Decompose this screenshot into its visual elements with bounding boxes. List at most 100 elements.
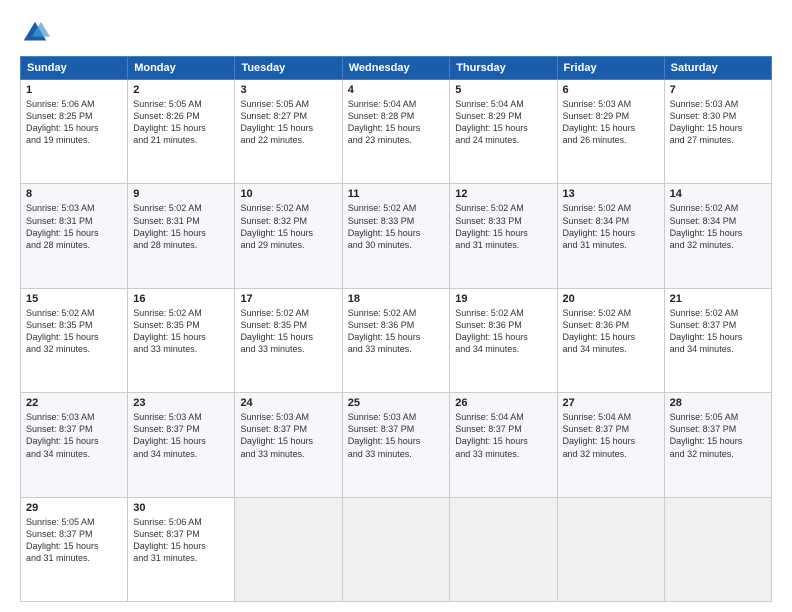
day-number: 30 xyxy=(133,502,229,514)
day-number: 21 xyxy=(670,293,766,305)
day-info: Sunrise: 5:04 AM Sunset: 8:37 PM Dayligh… xyxy=(455,411,551,460)
day-info: Sunrise: 5:06 AM Sunset: 8:25 PM Dayligh… xyxy=(26,98,122,147)
calendar-day-empty xyxy=(342,497,450,601)
day-info: Sunrise: 5:02 AM Sunset: 8:34 PM Dayligh… xyxy=(670,202,766,251)
day-number: 28 xyxy=(670,397,766,409)
calendar-header-row: SundayMondayTuesdayWednesdayThursdayFrid… xyxy=(21,57,772,80)
calendar-week-5: 29 Sunrise: 5:05 AM Sunset: 8:37 PM Dayli… xyxy=(21,497,772,601)
day-info: Sunrise: 5:03 AM Sunset: 8:37 PM Dayligh… xyxy=(26,411,122,460)
calendar-day-12: 12Sunrise: 5:02 AM Sunset: 8:33 PM Dayli… xyxy=(450,184,557,288)
day-info: Sunrise: 5:02 AM Sunset: 8:36 PM Dayligh… xyxy=(563,307,659,356)
calendar-day-3: 3 Sunrise: 5:05 AM Sunset: 8:27 PM Daylig… xyxy=(235,80,342,184)
col-header-thursday: Thursday xyxy=(450,57,557,80)
calendar-day-29: 29 Sunrise: 5:05 AM Sunset: 8:37 PM Dayli… xyxy=(21,497,128,601)
calendar-day-empty xyxy=(664,497,771,601)
day-number: 22 xyxy=(26,397,122,409)
day-info: Sunrise: 5:04 AM Sunset: 8:28 PM Dayligh… xyxy=(348,98,445,147)
day-info: Sunrise: 5:02 AM Sunset: 8:35 PM Dayligh… xyxy=(133,307,229,356)
day-info: Sunrise: 5:03 AM Sunset: 8:30 PM Dayligh… xyxy=(670,98,766,147)
day-info: Sunrise: 5:02 AM Sunset: 8:32 PM Dayligh… xyxy=(240,202,336,251)
calendar-table: SundayMondayTuesdayWednesdayThursdayFrid… xyxy=(20,56,772,602)
day-number: 1 xyxy=(26,84,122,96)
calendar-day-22: 22 Sunrise: 5:03 AM Sunset: 8:37 PM Dayli… xyxy=(21,393,128,497)
day-info: Sunrise: 5:05 AM Sunset: 8:26 PM Dayligh… xyxy=(133,98,229,147)
day-number: 3 xyxy=(240,84,336,96)
calendar-day-7: 7 Sunrise: 5:03 AM Sunset: 8:30 PM Daylig… xyxy=(664,80,771,184)
day-number: 12 xyxy=(455,188,551,200)
day-info: Sunrise: 5:04 AM Sunset: 8:37 PM Dayligh… xyxy=(563,411,659,460)
day-info: Sunrise: 5:03 AM Sunset: 8:31 PM Dayligh… xyxy=(26,202,122,251)
day-number: 26 xyxy=(455,397,551,409)
day-info: Sunrise: 5:02 AM Sunset: 8:35 PM Dayligh… xyxy=(240,307,336,356)
calendar-day-1: 1 Sunrise: 5:06 AM Sunset: 8:25 PM Daylig… xyxy=(21,80,128,184)
calendar-day-5: 5 Sunrise: 5:04 AM Sunset: 8:29 PM Daylig… xyxy=(450,80,557,184)
calendar-day-16: 16 Sunrise: 5:02 AM Sunset: 8:35 PM Dayli… xyxy=(128,288,235,392)
day-info: Sunrise: 5:02 AM Sunset: 8:34 PM Dayligh… xyxy=(563,202,659,251)
day-number: 16 xyxy=(133,293,229,305)
calendar-day-6: 6 Sunrise: 5:03 AM Sunset: 8:29 PM Daylig… xyxy=(557,80,664,184)
calendar-week-3: 15 Sunrise: 5:02 AM Sunset: 8:35 PM Dayli… xyxy=(21,288,772,392)
calendar-day-28: 28 Sunrise: 5:05 AM Sunset: 8:37 PM Dayli… xyxy=(664,393,771,497)
day-number: 29 xyxy=(26,502,122,514)
day-info: Sunrise: 5:05 AM Sunset: 8:37 PM Dayligh… xyxy=(26,516,122,565)
calendar-day-10: 10 Sunrise: 5:02 AM Sunset: 8:32 PM Dayli… xyxy=(235,184,342,288)
day-number: 27 xyxy=(563,397,659,409)
calendar-day-14: 14 Sunrise: 5:02 AM Sunset: 8:34 PM Dayli… xyxy=(664,184,771,288)
calendar-day-empty xyxy=(557,497,664,601)
day-number: 9 xyxy=(133,188,229,200)
calendar-week-1: 1 Sunrise: 5:06 AM Sunset: 8:25 PM Daylig… xyxy=(21,80,772,184)
day-number: 4 xyxy=(348,84,445,96)
calendar-day-23: 23Sunrise: 5:03 AM Sunset: 8:37 PM Dayli… xyxy=(128,393,235,497)
calendar-day-26: 26 Sunrise: 5:04 AM Sunset: 8:37 PM Dayli… xyxy=(450,393,557,497)
day-number: 5 xyxy=(455,84,551,96)
calendar-day-24: 24 Sunrise: 5:03 AM Sunset: 8:37 PM Dayli… xyxy=(235,393,342,497)
calendar-day-19: 19Sunrise: 5:02 AM Sunset: 8:36 PM Dayli… xyxy=(450,288,557,392)
day-info: Sunrise: 5:03 AM Sunset: 8:37 PM Dayligh… xyxy=(133,411,229,460)
calendar-day-27: 27 Sunrise: 5:04 AM Sunset: 8:37 PM Dayli… xyxy=(557,393,664,497)
calendar-week-2: 8 Sunrise: 5:03 AM Sunset: 8:31 PM Daylig… xyxy=(21,184,772,288)
calendar-day-8: 8 Sunrise: 5:03 AM Sunset: 8:31 PM Daylig… xyxy=(21,184,128,288)
day-info: Sunrise: 5:02 AM Sunset: 8:36 PM Dayligh… xyxy=(348,307,445,356)
col-header-friday: Friday xyxy=(557,57,664,80)
calendar-day-9: 9 Sunrise: 5:02 AM Sunset: 8:31 PM Daylig… xyxy=(128,184,235,288)
day-number: 7 xyxy=(670,84,766,96)
calendar-day-11: 11 Sunrise: 5:02 AM Sunset: 8:33 PM Dayli… xyxy=(342,184,450,288)
day-info: Sunrise: 5:04 AM Sunset: 8:29 PM Dayligh… xyxy=(455,98,551,147)
day-info: Sunrise: 5:05 AM Sunset: 8:27 PM Dayligh… xyxy=(240,98,336,147)
day-number: 11 xyxy=(348,188,445,200)
col-header-saturday: Saturday xyxy=(664,57,771,80)
day-number: 8 xyxy=(26,188,122,200)
day-info: Sunrise: 5:02 AM Sunset: 8:35 PM Dayligh… xyxy=(26,307,122,356)
day-info: Sunrise: 5:02 AM Sunset: 8:33 PM Dayligh… xyxy=(348,202,445,251)
day-number: 25 xyxy=(348,397,445,409)
day-info: Sunrise: 5:02 AM Sunset: 8:31 PM Dayligh… xyxy=(133,202,229,251)
calendar-day-13: 13Sunrise: 5:02 AM Sunset: 8:34 PM Dayli… xyxy=(557,184,664,288)
day-info: Sunrise: 5:02 AM Sunset: 8:37 PM Dayligh… xyxy=(670,307,766,356)
day-number: 20 xyxy=(563,293,659,305)
calendar-day-empty xyxy=(450,497,557,601)
calendar-day-21: 21 Sunrise: 5:02 AM Sunset: 8:37 PM Dayli… xyxy=(664,288,771,392)
day-number: 15 xyxy=(26,293,122,305)
calendar-day-18: 18 Sunrise: 5:02 AM Sunset: 8:36 PM Dayli… xyxy=(342,288,450,392)
day-info: Sunrise: 5:03 AM Sunset: 8:29 PM Dayligh… xyxy=(563,98,659,147)
logo-icon xyxy=(20,18,50,48)
calendar-day-15: 15 Sunrise: 5:02 AM Sunset: 8:35 PM Dayli… xyxy=(21,288,128,392)
day-info: Sunrise: 5:03 AM Sunset: 8:37 PM Dayligh… xyxy=(348,411,445,460)
calendar-day-4: 4 Sunrise: 5:04 AM Sunset: 8:28 PM Daylig… xyxy=(342,80,450,184)
calendar-day-25: 25 Sunrise: 5:03 AM Sunset: 8:37 PM Dayli… xyxy=(342,393,450,497)
day-number: 17 xyxy=(240,293,336,305)
day-number: 10 xyxy=(240,188,336,200)
col-header-tuesday: Tuesday xyxy=(235,57,342,80)
day-number: 6 xyxy=(563,84,659,96)
day-info: Sunrise: 5:02 AM Sunset: 8:36 PM Dayligh… xyxy=(455,307,551,356)
day-number: 18 xyxy=(348,293,445,305)
col-header-sunday: Sunday xyxy=(21,57,128,80)
col-header-wednesday: Wednesday xyxy=(342,57,450,80)
day-info: Sunrise: 5:03 AM Sunset: 8:37 PM Dayligh… xyxy=(240,411,336,460)
day-number: 24 xyxy=(240,397,336,409)
logo xyxy=(20,18,54,48)
col-header-monday: Monday xyxy=(128,57,235,80)
day-number: 14 xyxy=(670,188,766,200)
day-info: Sunrise: 5:05 AM Sunset: 8:37 PM Dayligh… xyxy=(670,411,766,460)
calendar-week-4: 22 Sunrise: 5:03 AM Sunset: 8:37 PM Dayli… xyxy=(21,393,772,497)
